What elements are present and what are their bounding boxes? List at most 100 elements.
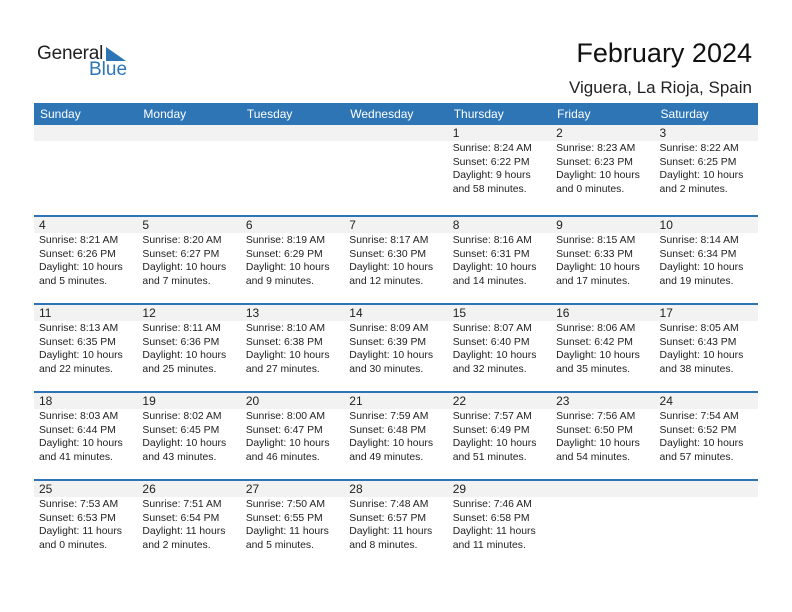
day-cell: 26 Sunrise: 7:51 AM Sunset: 6:54 PM Dayligh… bbox=[137, 481, 241, 552]
day-info: Sunrise: 7:57 AM Sunset: 6:49 PM Daylight:… bbox=[448, 409, 551, 464]
daylight-text: Daylight: 10 hours bbox=[245, 350, 330, 361]
day-info: Sunrise: 8:11 AM Sunset: 6:36 PM Daylight:… bbox=[137, 321, 240, 376]
empty-day-cell bbox=[240, 125, 345, 196]
day-info: Sunrise: 7:56 AM Sunset: 6:50 PM Daylight:… bbox=[551, 409, 654, 464]
day-number: 19 bbox=[137, 393, 241, 409]
day-info: Sunrise: 8:20 AM Sunset: 6:27 PM Daylight:… bbox=[137, 233, 240, 288]
day-info: Sunrise: 8:22 AM Sunset: 6:25 PM Daylight:… bbox=[655, 141, 758, 196]
day-number bbox=[137, 125, 241, 141]
weeks-container: 1 Sunrise: 8:24 AM Sunset: 6:22 PM Daylight… bbox=[34, 125, 758, 567]
sunrise-text: Sunrise: 7:48 AM bbox=[349, 499, 429, 510]
day-number: 23 bbox=[551, 393, 655, 409]
daylight-text: Daylight: 10 hours bbox=[39, 262, 123, 273]
empty-day-cell bbox=[654, 481, 758, 552]
daylight-text: Daylight: 11 hours bbox=[452, 526, 536, 537]
day-cell: 14 Sunrise: 8:09 AM Sunset: 6:39 PM Dayligh… bbox=[344, 305, 448, 376]
daylight-minutes-text: and 5 minutes. bbox=[245, 539, 315, 551]
sunset-text: Sunset: 6:39 PM bbox=[349, 336, 427, 348]
sunset-text: Sunset: 6:30 PM bbox=[349, 248, 427, 260]
day-info: Sunrise: 7:46 AM Sunset: 6:58 PM Daylight:… bbox=[448, 497, 551, 552]
sunrise-text: Sunrise: 8:19 AM bbox=[245, 235, 325, 246]
day-number bbox=[34, 125, 138, 141]
sunset-text: Sunset: 6:36 PM bbox=[142, 336, 220, 348]
logo: General Blue bbox=[37, 43, 137, 83]
day-info: Sunrise: 8:02 AM Sunset: 6:45 PM Daylight:… bbox=[137, 409, 240, 464]
sunset-text: Sunset: 6:52 PM bbox=[659, 424, 737, 436]
daylight-minutes-text: and 0 minutes. bbox=[556, 183, 625, 195]
week-row: 18 Sunrise: 8:03 AM Sunset: 6:44 PM Dayligh… bbox=[34, 393, 758, 464]
empty-day-cell bbox=[344, 125, 448, 196]
daylight-minutes-text: and 9 minutes. bbox=[245, 275, 315, 287]
sunset-text: Sunset: 6:44 PM bbox=[39, 424, 116, 436]
day-number: 3 bbox=[654, 125, 758, 141]
daylight-minutes-text: and 58 minutes. bbox=[452, 183, 527, 195]
sunrise-text: Sunrise: 8:10 AM bbox=[245, 323, 325, 334]
weekday-header-row: Sunday Monday Tuesday Wednesday Thursday… bbox=[34, 103, 758, 125]
daylight-text: Daylight: 11 hours bbox=[142, 526, 226, 537]
week-row: 11 Sunrise: 8:13 AM Sunset: 6:35 PM Dayligh… bbox=[34, 305, 758, 376]
day-number: 25 bbox=[34, 481, 138, 497]
daylight-text: Daylight: 10 hours bbox=[556, 350, 640, 361]
day-cell: 28 Sunrise: 7:48 AM Sunset: 6:57 PM Dayligh… bbox=[344, 481, 448, 552]
daylight-text: Daylight: 10 hours bbox=[349, 438, 434, 449]
sunrise-text: Sunrise: 8:00 AM bbox=[245, 411, 325, 422]
daylight-text: Daylight: 10 hours bbox=[556, 170, 640, 181]
sunset-text: Sunset: 6:26 PM bbox=[39, 248, 116, 260]
sunrise-text: Sunrise: 8:09 AM bbox=[349, 323, 429, 334]
day-number: 5 bbox=[137, 217, 241, 233]
calendar-week: 18 Sunrise: 8:03 AM Sunset: 6:44 PM Dayligh… bbox=[34, 391, 758, 479]
empty-day-cell bbox=[34, 125, 138, 196]
day-number: 2 bbox=[551, 125, 655, 141]
day-cell: 15 Sunrise: 8:07 AM Sunset: 6:40 PM Dayligh… bbox=[447, 305, 552, 376]
daylight-minutes-text: and 12 minutes. bbox=[349, 275, 424, 287]
sunrise-text: Sunrise: 7:57 AM bbox=[452, 411, 532, 422]
daylight-minutes-text: and 32 minutes. bbox=[452, 363, 527, 375]
day-cell: 29 Sunrise: 7:46 AM Sunset: 6:58 PM Dayligh… bbox=[447, 481, 552, 552]
weekday-header: Monday bbox=[143, 107, 187, 121]
day-number: 12 bbox=[137, 305, 241, 321]
weekday-header: Tuesday bbox=[246, 107, 293, 121]
sunset-text: Sunset: 6:33 PM bbox=[556, 248, 633, 260]
day-cell: 1 Sunrise: 8:24 AM Sunset: 6:22 PM Daylight… bbox=[447, 125, 552, 196]
location-subtitle: Viguera, La Rioja, Spain bbox=[568, 78, 752, 97]
day-cell: 22 Sunrise: 7:57 AM Sunset: 6:49 PM Dayligh… bbox=[447, 393, 552, 464]
daylight-minutes-text: and 38 minutes. bbox=[659, 363, 734, 375]
sunrise-text: Sunrise: 8:17 AM bbox=[349, 235, 429, 246]
logo-text-blue: Blue bbox=[89, 59, 128, 80]
day-number bbox=[344, 125, 448, 141]
sunrise-text: Sunrise: 8:05 AM bbox=[659, 323, 739, 334]
day-cell: 17 Sunrise: 8:05 AM Sunset: 6:43 PM Dayligh… bbox=[654, 305, 758, 376]
daylight-minutes-text: and 43 minutes. bbox=[142, 451, 217, 463]
sunrise-text: Sunrise: 8:23 AM bbox=[556, 143, 636, 154]
day-cell: 16 Sunrise: 8:06 AM Sunset: 6:42 PM Dayligh… bbox=[551, 305, 655, 376]
day-number bbox=[654, 481, 758, 497]
day-cell: 7 Sunrise: 8:17 AM Sunset: 6:30 PM Daylight… bbox=[344, 217, 448, 288]
day-cell: 3 Sunrise: 8:22 AM Sunset: 6:25 PM Daylight… bbox=[654, 125, 758, 196]
sunrise-text: Sunrise: 8:21 AM bbox=[39, 235, 119, 246]
sunset-text: Sunset: 6:49 PM bbox=[452, 424, 530, 436]
day-cell: 10 Sunrise: 8:14 AM Sunset: 6:34 PM Dayligh… bbox=[654, 217, 758, 288]
empty-day-cell bbox=[551, 481, 655, 552]
day-info: Sunrise: 8:15 AM Sunset: 6:33 PM Daylight:… bbox=[551, 233, 654, 288]
sunset-text: Sunset: 6:38 PM bbox=[245, 336, 323, 348]
sunrise-text: Sunrise: 8:24 AM bbox=[452, 143, 532, 154]
daylight-minutes-text: and 2 minutes. bbox=[142, 539, 211, 551]
sunrise-text: Sunrise: 8:11 AM bbox=[142, 323, 221, 334]
sunrise-text: Sunrise: 8:15 AM bbox=[556, 235, 636, 246]
sunrise-text: Sunrise: 7:46 AM bbox=[452, 499, 532, 510]
daylight-text: Daylight: 10 hours bbox=[142, 438, 227, 449]
sunrise-text: Sunrise: 7:56 AM bbox=[556, 411, 636, 422]
daylight-minutes-text: and 22 minutes. bbox=[39, 363, 113, 375]
sunset-text: Sunset: 6:23 PM bbox=[556, 156, 633, 168]
day-number: 8 bbox=[447, 217, 552, 233]
daylight-text: Daylight: 11 hours bbox=[349, 526, 433, 537]
sunrise-text: Sunrise: 8:20 AM bbox=[142, 235, 222, 246]
sunrise-text: Sunrise: 8:03 AM bbox=[39, 411, 119, 422]
day-info: Sunrise: 7:50 AM Sunset: 6:55 PM Daylight:… bbox=[241, 497, 344, 552]
day-number: 13 bbox=[240, 305, 345, 321]
day-info: Sunrise: 8:10 AM Sunset: 6:38 PM Daylight:… bbox=[241, 321, 344, 376]
daylight-text: Daylight: 11 hours bbox=[245, 526, 329, 537]
sunrise-text: Sunrise: 7:51 AM bbox=[142, 499, 222, 510]
day-number: 29 bbox=[447, 481, 552, 497]
daylight-minutes-text: and 11 minutes. bbox=[452, 539, 526, 551]
